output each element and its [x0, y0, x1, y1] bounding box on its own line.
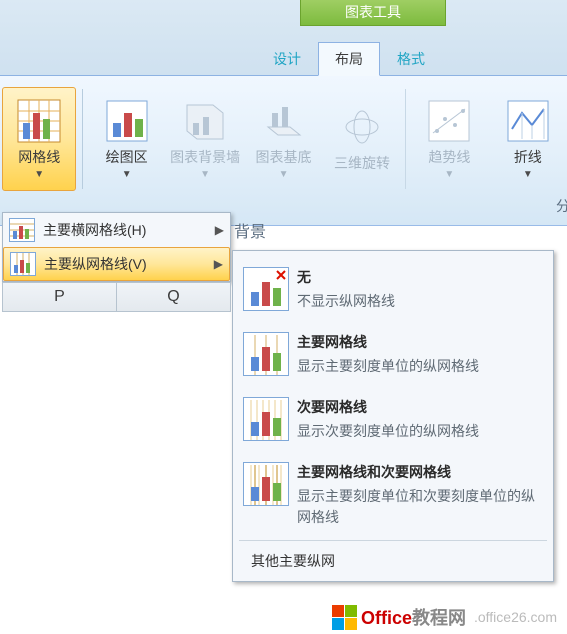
option-title: 主要网格线 [297, 332, 543, 352]
ribbon: 网格线 ▼ 绘图区 ▼ 图表背景墙 ▼ 图表基底 ▼ [0, 76, 567, 226]
tab-layout[interactable]: 布局 [318, 42, 380, 76]
chartwall-label: 图表背景墙 [170, 147, 240, 167]
horizontal-gridlines-icon [9, 218, 35, 242]
chartfloor-icon [262, 99, 306, 143]
trendline-icon [427, 99, 471, 143]
plotarea-icon [105, 99, 149, 143]
column-headers[interactable]: P Q [2, 282, 231, 312]
titlebar: 图表工具 设计 布局 格式 [0, 0, 567, 76]
gridlines-submenu: 主要横网格线(H) ▶ 主要纵网格线(V) ▶ [2, 212, 231, 282]
vertical-gridlines-options: 无 不显示纵网格线 主要网格线 显示主要刻度单位的纵网格线 次要网格线 显示次要… [232, 250, 554, 582]
option-title: 主要网格线和次要网格线 [297, 462, 543, 482]
option-none[interactable]: 无 不显示纵网格线 [239, 257, 547, 322]
option-major[interactable]: 主要网格线 显示主要刻度单位的纵网格线 [239, 322, 547, 387]
minor-icon [243, 397, 289, 441]
rotate3d-button: 三维旋转 [325, 87, 399, 191]
trendline-label: 趋势线 [428, 147, 470, 167]
gridlines-button[interactable]: 网格线 ▼ [2, 87, 76, 191]
separator [405, 89, 406, 189]
chartfloor-label: 图表基底 [256, 147, 312, 167]
tab-strip: 设计 布局 格式 [0, 45, 567, 75]
gridlines-label: 网格线 [18, 147, 60, 167]
trendline-button: 趋势线 ▼ [412, 87, 486, 191]
chevron-down-icon: ▼ [200, 169, 210, 180]
x-red-icon [276, 270, 286, 280]
option-title: 无 [297, 267, 543, 287]
brand-url: .office26.com [474, 609, 557, 625]
none-icon [243, 267, 289, 311]
rotate3d-label: 三维旋转 [334, 153, 390, 173]
chartfloor-button: 图表基底 ▼ [246, 87, 320, 191]
column-header-q[interactable]: Q [117, 283, 230, 311]
separator [82, 89, 83, 189]
major-horizontal-gridlines-item[interactable]: 主要横网格线(H) ▶ [3, 213, 230, 247]
chevron-right-icon: ▶ [214, 257, 223, 271]
option-minor[interactable]: 次要网格线 显示次要刻度单位的纵网格线 [239, 387, 547, 452]
group-analysis-label: 分 [556, 196, 566, 220]
chevron-down-icon: ▼ [444, 169, 454, 180]
item-label: 主要纵网格线(V) [44, 254, 214, 274]
brand-gray: 教程网 [412, 608, 466, 628]
lines-icon [506, 99, 550, 143]
option-both[interactable]: 主要网格线和次要网格线 显示主要刻度单位和次要刻度单位的纵网格线 [239, 452, 547, 538]
major-icon [243, 332, 289, 376]
gridlines-icon [17, 99, 61, 143]
separator [239, 540, 547, 541]
rotate3d-icon [340, 105, 384, 149]
tab-format[interactable]: 格式 [380, 42, 442, 75]
lines-button[interactable]: 折线 ▼ [491, 87, 565, 191]
option-desc: 显示主要刻度单位和次要刻度单位的纵网格线 [297, 486, 543, 528]
chevron-down-icon: ▼ [523, 169, 533, 180]
more-options-item[interactable]: 其他主要纵网 [239, 543, 547, 581]
plotarea-label: 绘图区 [106, 147, 148, 167]
tab-design[interactable]: 设计 [256, 42, 318, 75]
option-desc: 不显示纵网格线 [297, 291, 543, 312]
item-label: 主要横网格线(H) [43, 220, 215, 240]
watermark: Office教程网 .office26.com [332, 604, 557, 630]
option-desc: 显示主要刻度单位的纵网格线 [297, 356, 543, 377]
major-vertical-gridlines-item[interactable]: 主要纵网格线(V) ▶ [3, 247, 230, 281]
chartwall-button: 图表背景墙 ▼ [168, 87, 242, 191]
chartwall-icon [183, 99, 227, 143]
contextual-tool-title: 图表工具 [300, 0, 446, 26]
chevron-down-icon: ▼ [34, 169, 44, 180]
brand-red: Office [361, 608, 412, 628]
option-title: 次要网格线 [297, 397, 543, 417]
vertical-gridlines-icon [10, 252, 36, 276]
both-icon [243, 462, 289, 506]
group-background-label: 背景 [234, 218, 266, 242]
chevron-down-icon: ▼ [279, 169, 289, 180]
chevron-down-icon: ▼ [122, 169, 132, 180]
chevron-right-icon: ▶ [215, 223, 224, 237]
option-desc: 显示次要刻度单位的纵网格线 [297, 421, 543, 442]
plotarea-button[interactable]: 绘图区 ▼ [89, 87, 163, 191]
column-header-p[interactable]: P [3, 283, 117, 311]
office-logo-icon [332, 605, 357, 630]
lines-label: 折线 [514, 147, 542, 167]
